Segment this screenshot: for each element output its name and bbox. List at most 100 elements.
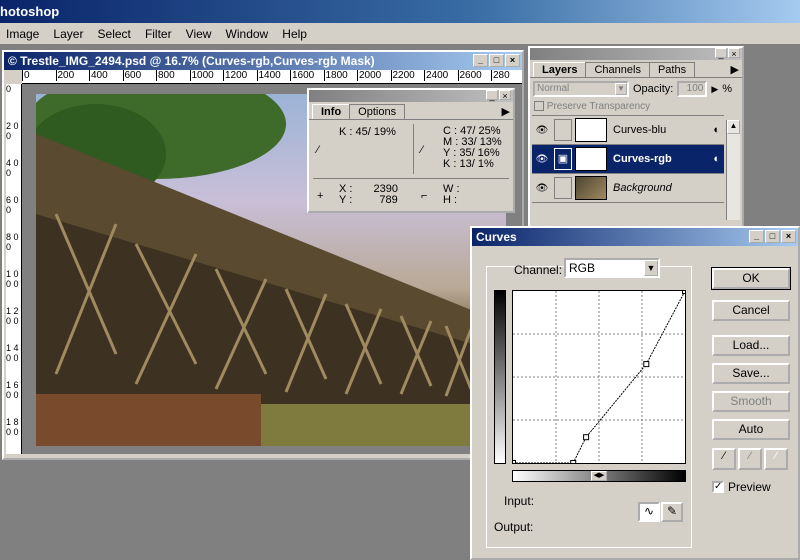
layer-row-curves-blu[interactable]: 👁 Curves-blu ◐ [532,116,724,145]
menu-window[interactable]: Window [220,23,274,41]
app-titlebar: hotoshop [0,0,800,23]
ruler-tick: 1600 [290,70,324,81]
curve-control-point[interactable] [570,460,577,466]
curve-grid[interactable] [510,288,688,466]
maximize-icon[interactable]: □ [765,230,780,243]
tab-layers[interactable]: Layers [533,62,587,77]
layer-row-curves-rgb[interactable]: 👁 ▣ Curves-rgb ◐ [532,145,724,174]
curve-control-point[interactable] [643,361,650,368]
input-gradient-bar: ◀▶ [512,470,686,482]
chevron-down-icon: ▼ [615,83,627,95]
ruler-tick: 600 [122,70,157,81]
adjustment-layer-icon: ◐ [713,124,720,136]
ruler-tick: 2200 [390,70,425,81]
panel-menu-arrow-icon[interactable]: ▶ [731,63,739,76]
gradient-toggle-icon[interactable]: ◀▶ [591,471,607,481]
info-y-coord-value: 789 [379,194,398,206]
link-slot[interactable] [554,177,572,199]
adjustment-layer-icon: ◐ [713,153,720,165]
menu-layer[interactable]: Layer [47,23,88,41]
ruler-tick: 2000 [357,70,391,81]
crosshair-icon: + [317,190,324,202]
vertical-ruler: 0 2 0 0 4 0 0 6 0 0 8 0 0 1 0 0 0 1 2 0 … [6,84,22,454]
ruler-tick: 2600 [457,70,492,81]
channel-value: RGB [569,261,596,275]
ruler-tick: 2400 [424,70,458,81]
info-y-coord-label: Y : [339,194,353,206]
tab-info[interactable]: Info [312,104,351,119]
layer-thumbnail [575,147,607,171]
preview-checkbox[interactable]: ✓ [712,481,724,493]
curve-tool-icon[interactable]: ∿ [638,502,660,522]
ruler-tick: 1000 [189,70,224,81]
smooth-button[interactable]: Smooth [712,391,790,412]
minimize-icon[interactable]: _ [486,90,498,101]
layer-name: Curves-blu [613,124,667,136]
curve-control-point[interactable] [583,434,590,441]
minimize-icon[interactable]: _ [715,48,727,59]
curves-titlebar[interactable]: Curves _ □ × [472,228,798,246]
menu-view[interactable]: View [180,23,217,41]
white-eyedropper-icon[interactable]: ⁄ [764,448,788,470]
close-icon[interactable]: × [728,48,740,59]
menu-image[interactable]: Image [0,23,44,41]
scroll-up-icon[interactable]: ▲ [727,120,740,134]
blend-mode-select[interactable]: Normal ▼ [533,81,629,97]
input-label: Input: [504,494,535,508]
pencil-tool-icon[interactable]: ✎ [661,502,683,522]
eye-icon[interactable]: 👁 [532,125,552,136]
channel-label: Channel: [514,263,563,277]
opacity-arrow-icon[interactable]: ▶ [711,84,718,95]
close-icon[interactable]: × [505,54,520,67]
vruler-tick: 0 [6,84,12,94]
channel-select[interactable]: RGB ▼ [564,258,660,278]
gray-eyedropper-icon[interactable]: ⁄ [738,448,762,470]
tab-paths[interactable]: Paths [648,62,696,77]
ok-button[interactable]: OK [711,267,791,290]
menu-select[interactable]: Select [92,23,136,41]
mask-link-icon[interactable]: ▣ [554,148,572,170]
blend-mode-value: Normal [537,83,570,94]
tab-channels[interactable]: Channels [585,62,650,77]
curves-dialog: Curves _ □ × Channel: RGB ▼ ◀▶ Input: Ou… [470,226,800,560]
cancel-button[interactable]: Cancel [712,300,790,321]
maximize-icon[interactable]: □ [489,54,504,67]
preserve-transparency-label: Preserve Transparency [546,101,651,112]
eye-icon[interactable]: 👁 [532,183,552,194]
opacity-unit: % [722,83,733,95]
tab-options[interactable]: Options [349,104,406,119]
auto-button[interactable]: Auto [712,419,790,440]
vruler-tick: 1 8 0 0 [6,417,19,437]
menu-filter[interactable]: Filter [139,23,177,41]
vruler-tick: 1 6 0 0 [6,380,19,400]
info-panel-titlebar[interactable]: _ × [309,90,513,102]
opacity-label: Opacity: [633,83,674,95]
vruler-tick: 4 0 0 [6,158,19,178]
close-icon[interactable]: × [499,90,511,101]
panel-menu-arrow-icon[interactable]: ▶ [502,105,510,118]
minimize-icon[interactable]: _ [749,230,764,243]
menu-help[interactable]: Help [276,23,312,41]
layers-panel-titlebar[interactable]: _ × [530,48,742,60]
document-title: © Trestle_IMG_2494.psd @ 16.7% (Curves-r… [8,54,375,68]
load-button[interactable]: Load... [712,335,790,356]
minimize-icon[interactable]: _ [473,54,488,67]
layer-thumbnail [575,176,607,200]
black-eyedropper-icon[interactable]: ⁄ [712,448,736,470]
link-slot[interactable] [554,119,572,141]
close-icon[interactable]: × [781,230,796,243]
curve-control-point[interactable] [510,460,516,466]
opacity-input[interactable]: 100 [677,81,708,97]
preserve-transparency-checkbox[interactable] [534,101,544,112]
save-button[interactable]: Save... [712,363,790,384]
ruler-tick: 800 [156,70,190,81]
ruler-tick: 400 [89,70,123,81]
eye-icon[interactable]: 👁 [532,154,552,165]
vruler-tick: 1 4 0 0 [6,343,19,363]
ruler-tick: 1200 [223,70,257,81]
layer-row-background[interactable]: 👁 Background [532,174,724,203]
output-label: Output: [494,520,534,534]
layers-scrollbar[interactable]: ▲ [726,120,740,220]
document-titlebar[interactable]: © Trestle_IMG_2494.psd @ 16.7% (Curves-r… [4,52,522,70]
curve-control-point[interactable] [682,288,688,294]
